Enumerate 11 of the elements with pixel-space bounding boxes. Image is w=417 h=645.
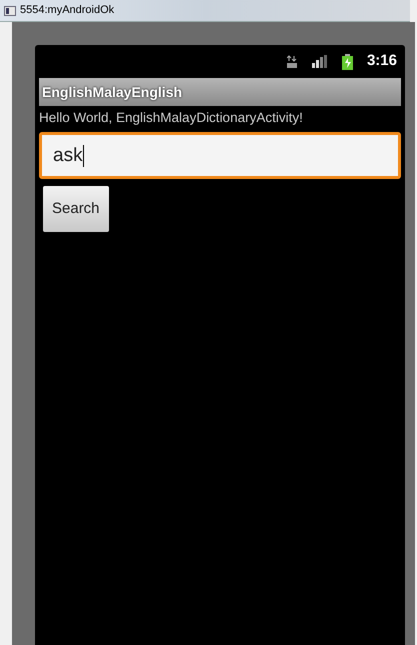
signal-icon bbox=[312, 55, 328, 68]
greeting-text: Hello World, EnglishMalayDictionaryActivity! bbox=[39, 109, 304, 127]
window-title: 5554:myAndroidOk bbox=[20, 3, 114, 18]
app-title: EnglishMalayEnglish bbox=[42, 82, 182, 102]
battery-icon bbox=[342, 54, 353, 70]
network-3g-icon bbox=[286, 54, 298, 68]
text-cursor bbox=[82, 144, 84, 167]
search-field[interactable]: ask bbox=[39, 132, 401, 180]
status-time: 3:16 bbox=[366, 51, 397, 72]
search-button[interactable]: Search bbox=[43, 186, 109, 232]
window-icon bbox=[4, 6, 16, 16]
